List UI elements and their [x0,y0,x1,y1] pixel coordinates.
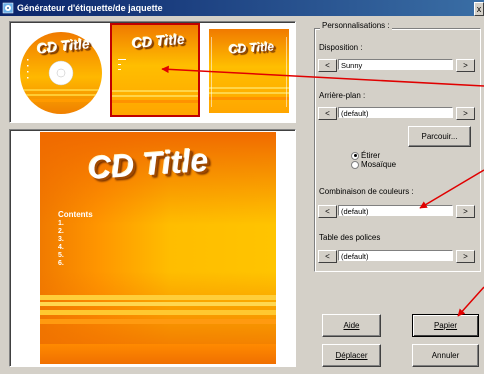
color-scheme-next-button[interactable]: > [456,205,475,218]
stretch-radio-label: Étirer [361,151,381,160]
contents-list: 1. 2. 3. 4. 5. 6. [58,220,64,268]
contents-item: 4. [58,244,64,251]
background-next-button[interactable]: > [456,107,475,120]
contents-item: 2. [58,228,64,235]
thumbnail-booklet-front[interactable]: CD Title [110,23,200,117]
app-icon [2,2,14,14]
contents-item: 5. [58,252,64,259]
radio-dot [351,160,359,169]
tile-radio-label: Mosaïque [361,160,397,169]
browse-button[interactable]: Parcouir... [408,126,471,147]
title-bar[interactable]: Générateur d'étiquette/de jaquette x [0,0,484,16]
contents-item: 3. [58,236,64,243]
thumbnail-cd-disc[interactable]: CD Title [17,25,105,117]
layout-label: Disposition : [319,43,363,52]
layout-prev-button[interactable]: < [318,59,337,72]
help-button[interactable]: Aide [322,314,381,337]
layout-next-button[interactable]: > [456,59,475,72]
annotation-arrow [457,286,484,317]
close-button[interactable]: x [474,2,484,16]
background-prev-button[interactable]: < [318,107,337,120]
customization-group-label: Personnalisations : [320,21,392,30]
cancel-button[interactable]: Annuler [412,344,479,367]
radio-dot [351,151,359,160]
paper-button[interactable]: Papier [412,314,479,337]
font-table-label: Table des polices [319,233,381,242]
move-button[interactable]: Déplacer [322,344,381,367]
help-button-label: Aide [343,321,360,330]
color-scheme-label: Combinaison de couleurs : [319,187,414,196]
font-table-prev-button[interactable]: < [318,250,337,263]
background-label: Arrière-plan : [319,91,366,100]
color-scheme-field[interactable]: (default) [338,205,453,216]
background-field[interactable]: (default) [338,107,453,118]
paper-button-label: Papier [433,321,458,330]
thumbnail-back-cover[interactable]: CD Title [205,25,293,117]
move-button-label: Déplacer [335,351,368,360]
font-table-next-button[interactable]: > [456,250,475,263]
window-title: Générateur d'étiquette/de jaquette [17,3,163,13]
tile-radio[interactable]: Mosaïque [351,160,396,169]
font-table-field[interactable]: (default) [338,250,453,261]
contents-item: 1. [58,220,64,227]
layout-field[interactable]: Sunny [338,59,453,70]
stretch-radio[interactable]: Étirer [351,151,380,160]
contents-heading: Contents [58,210,93,219]
contents-item: 6. [58,260,64,267]
color-scheme-prev-button[interactable]: < [318,205,337,218]
